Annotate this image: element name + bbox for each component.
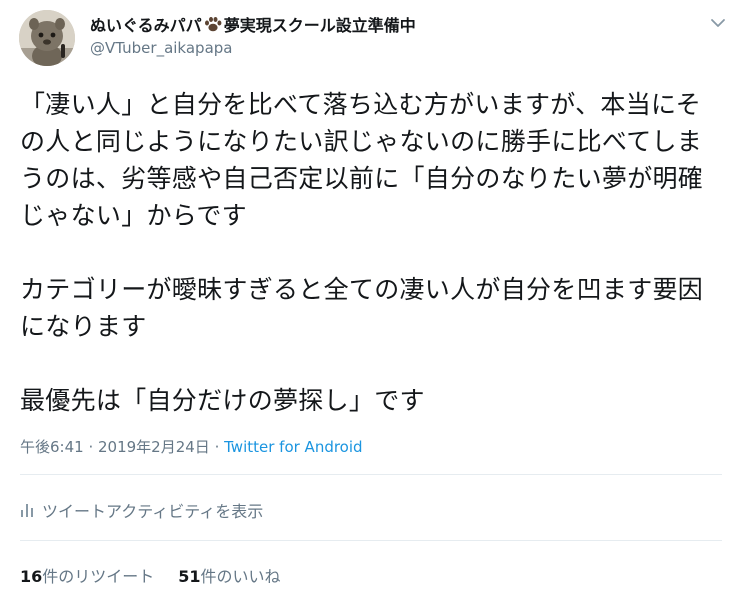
tweet-metadata: 午後6:41 · 2019年2月24日 · Twitter for Androi… [20, 436, 363, 457]
retweets-label: 件のリツイート [42, 567, 155, 586]
activity-label: ツイートアクティビティを表示 [42, 502, 264, 521]
display-name: ぬいぐるみパパ [90, 16, 202, 35]
display-name-suffix: 夢実現スクール設立準備中 [223, 16, 416, 35]
author-name[interactable]: ぬいぐるみパパ 夢実現スクール設立準備中 [90, 13, 416, 35]
likes-stat[interactable]: 51件のいいね [178, 563, 280, 587]
divider [20, 474, 722, 475]
author-handle[interactable]: @VTuber_aikapapa [90, 39, 232, 57]
tweet-text: 「凄い人」と自分を比べて落ち込む方がいますが、本当にその人と同じようになりたい訳… [20, 86, 726, 419]
more-options-button[interactable] [710, 14, 726, 27]
tweet-card: ぬいぐるみパパ 夢実現スクール設立準備中 @VTuber_aikapapa 「凄… [0, 0, 742, 603]
chevron-down-icon [711, 19, 725, 27]
tweet-paragraph: 「凄い人」と自分を比べて落ち込む方がいますが、本当にその人と同じようになりたい訳… [20, 90, 704, 230]
paw-emoji-icon [204, 17, 222, 32]
tweet-time[interactable]: 午後6:41 [20, 438, 84, 456]
tweet-date[interactable]: 2019年2月24日 [98, 438, 210, 456]
tweet-stats: 16件のリツイート 51件のいいね [20, 563, 281, 587]
meta-separator: · [209, 438, 225, 456]
divider [20, 540, 722, 541]
avatar[interactable] [19, 10, 75, 66]
tweet-paragraph: 最優先は「自分だけの夢探し」です [20, 386, 425, 415]
retweets-count: 16 [20, 567, 43, 586]
tweet-source-link[interactable]: Twitter for Android [224, 438, 362, 456]
likes-label: 件のいいね [200, 567, 281, 586]
retweets-stat[interactable]: 16件のリツイート [20, 563, 154, 587]
avatar-plush-doll-icon [19, 10, 75, 66]
view-tweet-activity-link[interactable]: ツイートアクティビティを表示 [20, 498, 263, 522]
bar-chart-icon [21, 504, 33, 517]
meta-separator: · [83, 438, 98, 456]
tweet-paragraph: カテゴリーが曖昧すぎると全ての凄い人が自分を凹ます要因になります [20, 275, 704, 341]
likes-count: 51 [178, 567, 201, 586]
